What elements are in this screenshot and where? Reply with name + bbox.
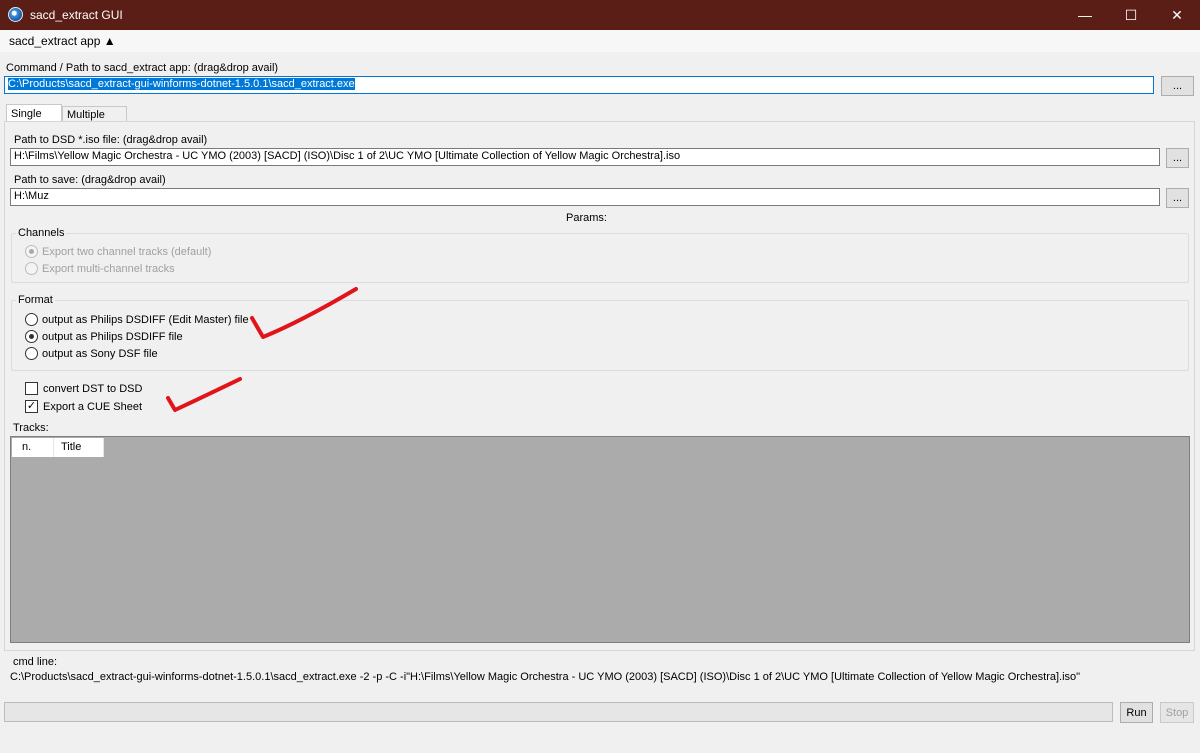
channels-group: Channels [11,227,1189,283]
checkbox-convert-dst-label: convert DST to DSD [43,382,143,395]
radio-dsf[interactable]: output as Sony DSF file [25,347,158,360]
checkbox-convert-dst-box[interactable] [25,382,38,395]
maximize-button[interactable]: ☐ [1108,0,1154,30]
menu-sacd-extract-app[interactable]: sacd_extract app ▲ [9,34,116,48]
tab-multiple-files[interactable]: Multiple Files [62,106,127,133]
checkbox-export-cue-box[interactable]: ✓ [25,400,38,413]
radio-dsf-label: output as Sony DSF file [42,347,158,360]
radio-dsdiff-edit-master-label: output as Philips DSDIFF (Edit Master) f… [42,313,249,326]
radio-multi-channel-label: Export multi-channel tracks [42,262,175,275]
command-path-input[interactable]: C:\Products\sacd_extract-gui-winforms-do… [4,76,1154,94]
radio-two-channel[interactable]: Export two channel tracks (default) [25,245,211,258]
tracks-list[interactable]: n. Title [10,436,1190,643]
column-number[interactable]: n. [12,438,54,457]
radio-multi-channel-button[interactable] [25,262,38,275]
format-group: Format [11,294,1189,371]
command-path-label: Command / Path to sacd_extract app: (dra… [6,62,279,74]
cmd-line-value: C:\Products\sacd_extract-gui-winforms-do… [10,671,1081,683]
checkbox-convert-dst[interactable]: convert DST to DSD [25,382,142,395]
menu-bar: sacd_extract app ▲ [0,30,1200,52]
radio-dsf-button[interactable] [25,347,38,360]
progress-bar [4,702,1113,722]
title-bar[interactable]: sacd_extract GUI — ☐ ✕ [0,0,1200,30]
params-label: Params: [566,212,607,224]
run-button[interactable]: Run [1120,702,1153,723]
iso-path-label: Path to DSD *.iso file: (drag&drop avail… [14,134,208,146]
radio-dsdiff-edit-master-button[interactable] [25,313,38,326]
stop-button[interactable]: Stop [1160,702,1194,723]
app-icon [8,7,23,22]
save-path-label: Path to save: (drag&drop avail) [14,174,166,186]
cmd-line-label: cmd line: [13,656,58,668]
channels-legend: Channels [16,227,67,239]
radio-two-channel-button[interactable] [25,245,38,258]
tab-single-file[interactable]: Single File [6,104,62,132]
radio-two-channel-label: Export two channel tracks (default) [42,245,212,258]
command-browse-button[interactable]: ... [1161,76,1194,96]
close-button[interactable]: ✕ [1154,0,1200,30]
minimize-button[interactable]: — [1062,0,1108,30]
checkbox-export-cue[interactable]: ✓ Export a CUE Sheet [25,400,142,413]
window-title: sacd_extract GUI [30,8,123,22]
column-title[interactable]: Title [54,438,104,457]
command-path-value: C:\Products\sacd_extract-gui-winforms-do… [8,78,355,90]
radio-dsdiff-button[interactable] [25,330,38,343]
save-path-input[interactable]: H:\Muz [10,188,1160,206]
save-browse-button[interactable]: ... [1166,188,1189,208]
radio-dsdiff[interactable]: output as Philips DSDIFF file [25,330,183,343]
radio-dsdiff-label: output as Philips DSDIFF file [42,330,183,343]
radio-multi-channel[interactable]: Export multi-channel tracks [25,262,175,275]
tracks-header: n. Title [12,438,104,457]
format-legend: Format [16,294,55,306]
checkbox-export-cue-label: Export a CUE Sheet [43,400,143,413]
iso-path-input[interactable]: H:\Films\Yellow Magic Orchestra - UC YMO… [10,148,1160,166]
tracks-label: Tracks: [13,422,49,434]
iso-browse-button[interactable]: ... [1166,148,1189,168]
radio-dsdiff-edit-master[interactable]: output as Philips DSDIFF (Edit Master) f… [25,313,249,326]
